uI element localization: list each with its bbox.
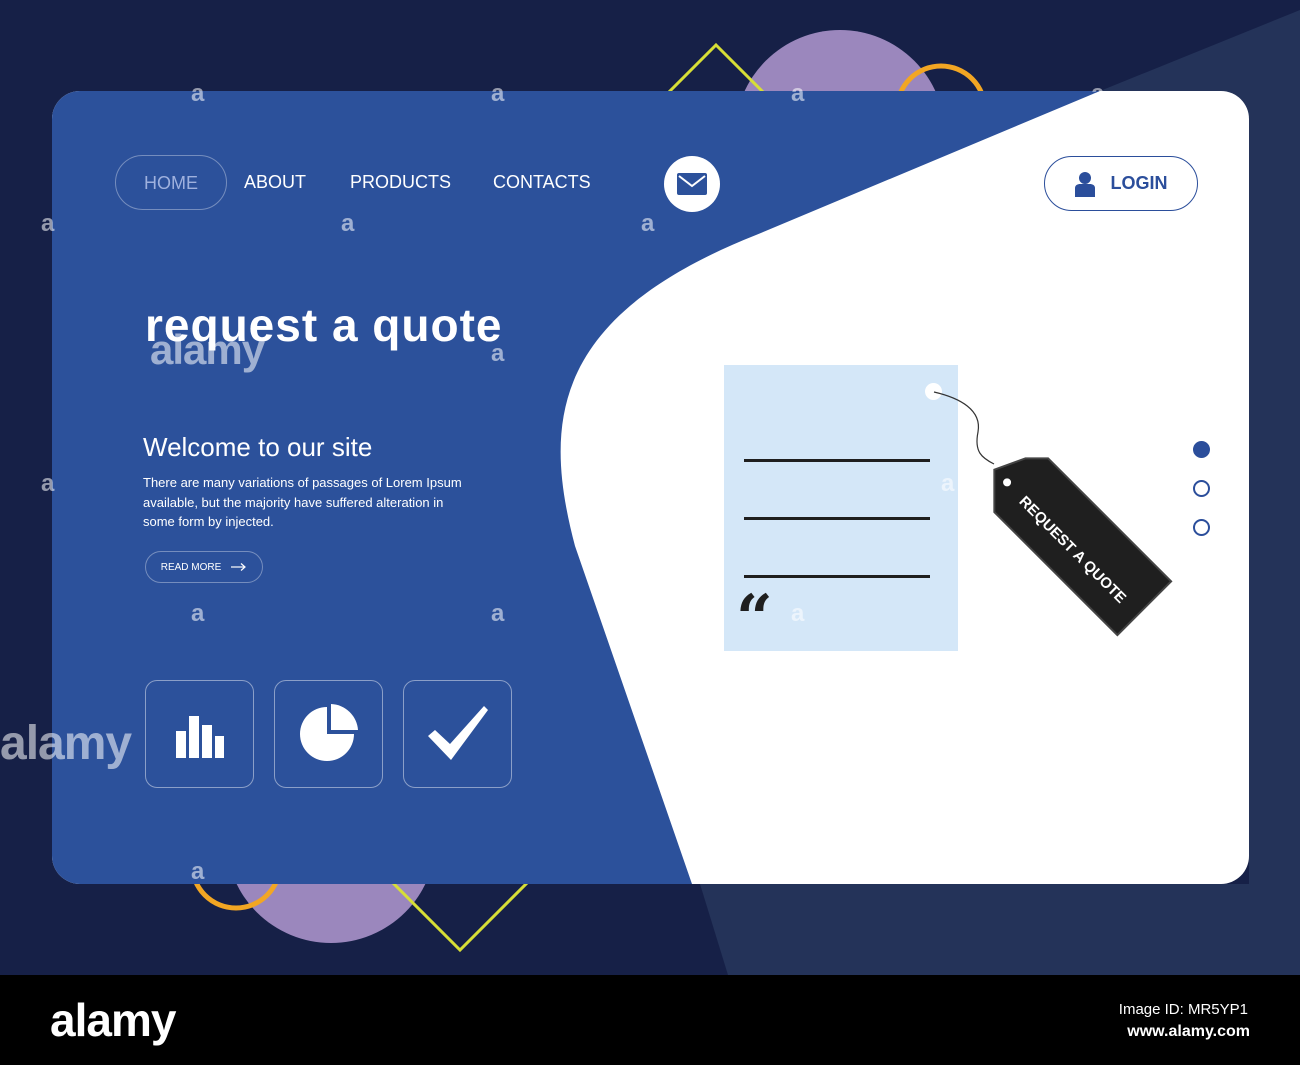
- pie-chart-icon: [299, 704, 358, 761]
- footer-image-id: Image ID: MR5YP1: [1118, 1001, 1248, 1018]
- slider-dot-1[interactable]: [1193, 441, 1210, 458]
- price-tag-illustration: REQUEST A QUOTE: [933, 391, 1173, 637]
- login-button[interactable]: LOGIN: [1044, 156, 1198, 211]
- bar-chart-icon: [175, 716, 224, 758]
- welcome-heading: Welcome to our site: [143, 432, 373, 462]
- nav-contacts[interactable]: CONTACTS: [493, 155, 591, 210]
- page-title: request a quote: [145, 299, 503, 351]
- slider-dot-3[interactable]: [1193, 519, 1210, 536]
- footer-url: www.alamy.com: [1127, 1023, 1250, 1040]
- feature-button-stats[interactable]: [145, 680, 254, 788]
- quote-mark-icon: “: [736, 581, 773, 656]
- mail-button[interactable]: [664, 156, 720, 212]
- user-icon: [1074, 171, 1095, 197]
- document-line: [744, 459, 930, 462]
- tag-string: [933, 391, 995, 465]
- feature-button-analytics[interactable]: [274, 680, 383, 788]
- nav-about[interactable]: ABOUT: [244, 155, 306, 210]
- feature-button-approve[interactable]: [403, 680, 512, 788]
- login-label: LOGIN: [1110, 173, 1168, 193]
- read-more-label: READ MORE: [160, 561, 222, 573]
- slider-dot-2[interactable]: [1193, 480, 1210, 497]
- price-tag-icon: [993, 457, 1173, 637]
- document-line: [744, 575, 930, 578]
- arrow-right-icon: [231, 563, 247, 571]
- read-more-button[interactable]: READ MORE: [145, 551, 263, 583]
- nav-products[interactable]: PRODUCTS: [350, 155, 451, 210]
- footer-logo: alamy: [50, 994, 176, 1046]
- footer-bar: alamy Image ID: MR5YP1 www.alamy.com: [0, 975, 1300, 1065]
- welcome-description: There are many variations of passages of…: [143, 475, 462, 529]
- envelope-icon: [677, 173, 707, 195]
- nav-home[interactable]: HOME: [115, 155, 227, 210]
- document-line: [744, 517, 930, 520]
- checkmark-icon: [427, 706, 488, 760]
